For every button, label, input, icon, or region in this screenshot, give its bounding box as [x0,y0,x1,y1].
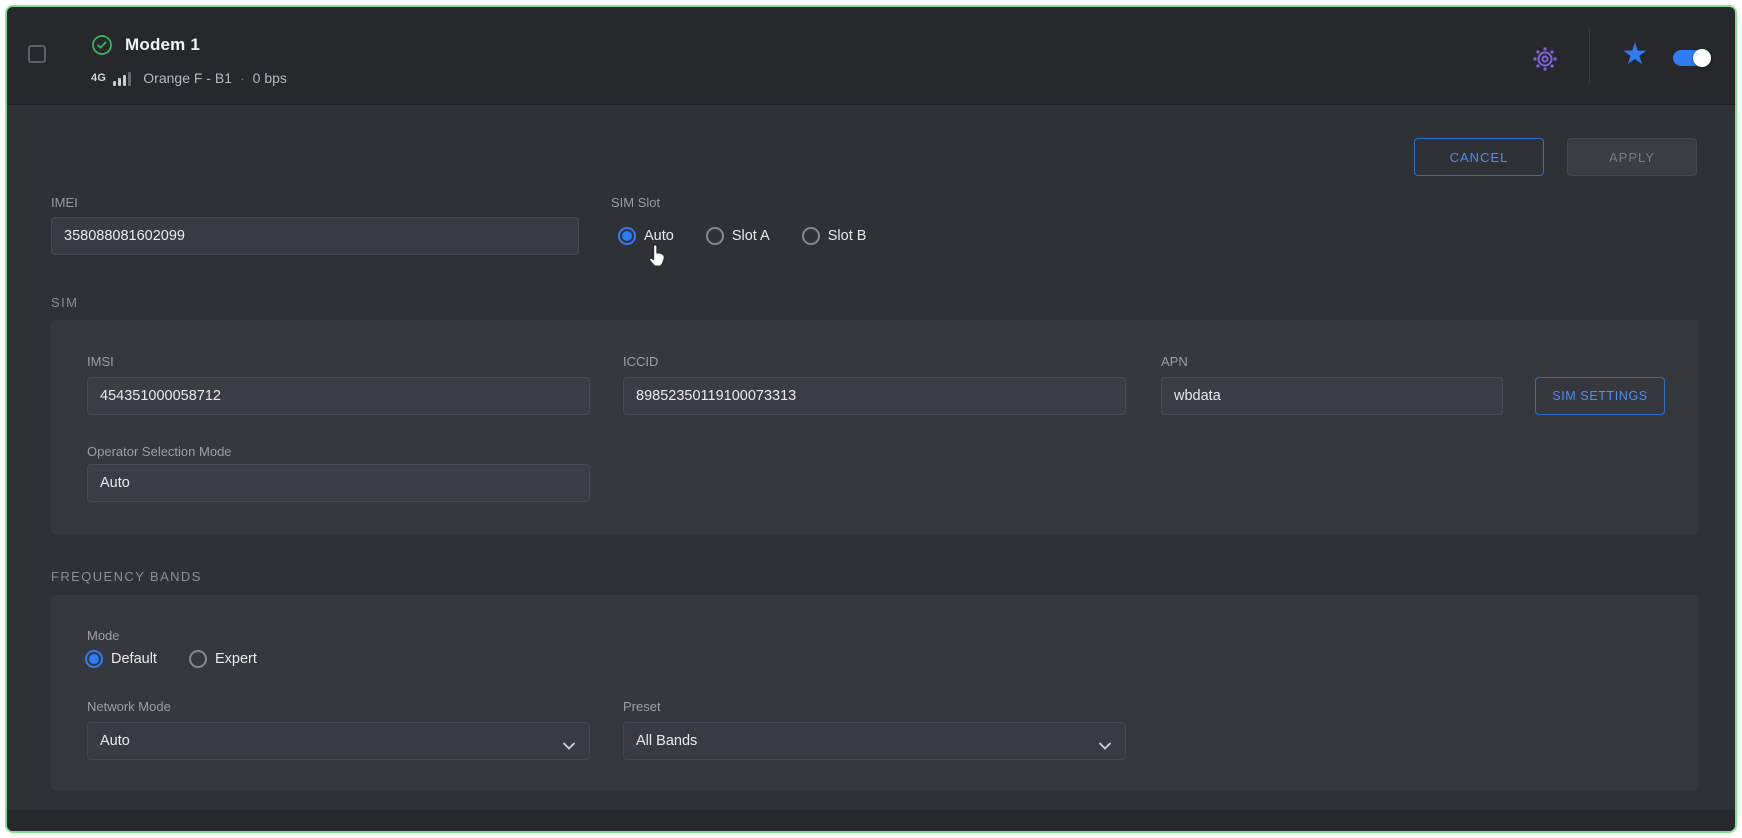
radio-unselected-icon [802,227,820,245]
iccid-label: ICCID [623,354,658,369]
imsi-label: IMSI [87,354,114,369]
frequency-bands-panel: Mode Default Expert Network Mode Auto Pr… [51,595,1699,790]
sim-slot-label: SIM Slot [611,195,660,210]
imei-label: IMEI [51,195,78,210]
throughput-value: 0 bps [253,70,287,86]
mode-radio-group: Default Expert [85,650,289,668]
mode-option-default[interactable]: Default [85,650,157,668]
sim-panel: IMSI ICCID APN SIM SETTINGS Operator Sel… [51,320,1699,534]
preset-label: Preset [623,699,661,714]
radio-option-label: Default [111,651,157,667]
radio-option-label: Expert [215,651,257,667]
radio-option-label: Slot A [732,228,770,244]
chevron-down-icon [1099,738,1111,754]
sim-slot-option-auto[interactable]: Auto [618,227,674,245]
frequency-bands-section-title: FREQUENCY BANDS [51,569,202,584]
radio-selected-icon [618,227,636,245]
connection-info-row: 4G Orange F - B1 · 0 bps [91,69,287,87]
cancel-button[interactable]: CANCEL [1414,138,1544,176]
preset-selected-value: All Bands [636,733,697,749]
modem-enabled-toggle[interactable] [1673,50,1709,66]
network-mode-label: Network Mode [87,699,171,714]
mode-option-expert[interactable]: Expert [189,650,257,668]
operator-selection-mode-label: Operator Selection Mode [87,444,232,459]
modem-header: Modem 1 4G Orange F - B1 · 0 bps [7,7,1735,105]
imsi-input[interactable] [87,377,590,415]
preset-select[interactable]: All Bands [623,722,1126,760]
network-tech-label: 4G [91,72,106,84]
modem-settings-panel: Modem 1 4G Orange F - B1 · 0 bps [5,5,1737,833]
apply-button[interactable]: APPLY [1567,138,1697,176]
sim-slot-option-slot-b[interactable]: Slot B [802,227,867,245]
imei-input[interactable] [51,217,579,255]
sim-section-title: SIM [51,295,78,310]
favorite-star-icon[interactable]: ★ [1619,37,1651,73]
chevron-down-icon [563,738,575,754]
settings-gear-icon[interactable] [1531,45,1559,73]
radio-unselected-icon [706,227,724,245]
mouse-cursor-pointer [647,243,669,272]
mode-label: Mode [87,628,120,643]
sim-slot-option-slot-a[interactable]: Slot A [706,227,770,245]
radio-option-label: Slot B [828,228,867,244]
network-mode-selected-value: Auto [100,733,130,749]
header-divider [1589,29,1590,83]
sim-settings-button[interactable]: SIM SETTINGS [1535,377,1665,415]
iccid-input[interactable] [623,377,1126,415]
network-mode-select[interactable]: Auto [87,722,590,760]
separator-dot: · [240,70,245,86]
radio-option-label: Auto [644,228,674,244]
sim-slot-radio-group: Auto Slot A Slot B [618,227,898,245]
operator-selection-mode-input[interactable] [87,464,590,502]
signal-bars-icon [113,71,133,86]
select-modem-checkbox[interactable] [28,45,46,63]
footer-bar [7,810,1735,831]
radio-unselected-icon [189,650,207,668]
radio-selected-icon [85,650,103,668]
status-ok-icon [91,34,113,56]
carrier-name: Orange F - B1 [143,70,232,86]
apn-label: APN [1161,354,1188,369]
apn-input[interactable] [1161,377,1503,415]
modem-title: Modem 1 [125,35,200,55]
